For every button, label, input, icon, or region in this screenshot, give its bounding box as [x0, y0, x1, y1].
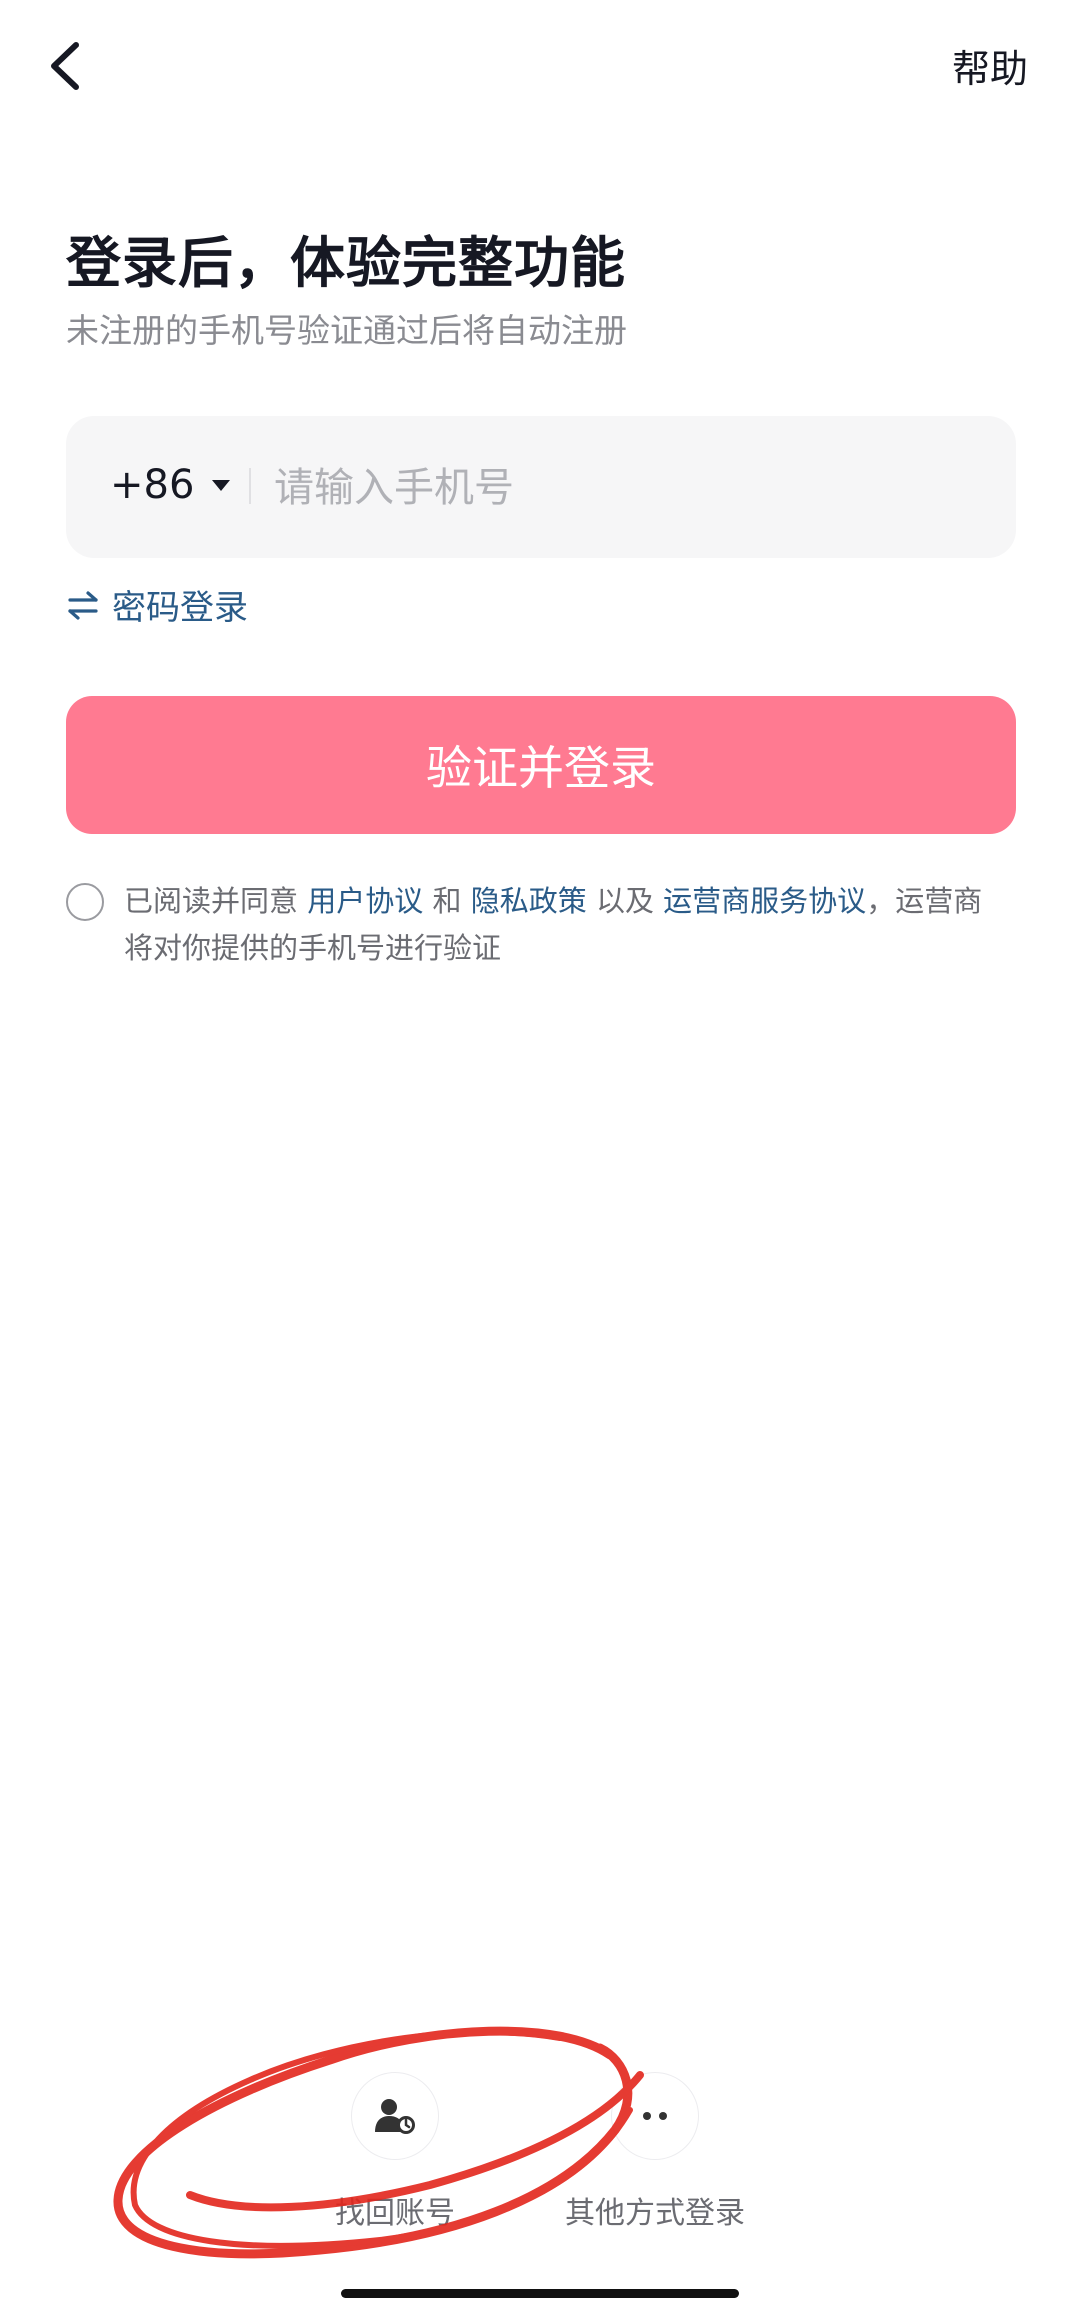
more-icon	[643, 2112, 667, 2120]
back-button[interactable]	[40, 30, 100, 100]
divider	[249, 468, 251, 504]
other-login-circle	[611, 2072, 699, 2160]
verify-login-button[interactable]: 验证并登录	[66, 696, 1016, 834]
other-login-methods-button[interactable]: 其他方式登录	[555, 2072, 755, 2232]
home-indicator[interactable]	[341, 2289, 739, 2298]
country-code-label: +86	[110, 462, 195, 508]
agreement-checkbox[interactable]	[66, 883, 104, 921]
country-code-selector[interactable]: +86	[110, 462, 231, 508]
back-arrow-icon	[51, 42, 79, 90]
agreement-and-also: 以及	[595, 884, 654, 918]
agreement-text: 已阅读并同意 用户协议 和 隐私政策 以及 运营商服务协议，运营商将对你提供的手…	[124, 878, 1004, 972]
recover-account-icon	[375, 2099, 415, 2134]
recover-account-circle	[351, 2072, 439, 2160]
agreement-and: 和	[432, 884, 462, 918]
other-login-label: 其他方式登录	[565, 2196, 745, 2231]
agreement-prefix: 已阅读并同意	[124, 884, 299, 918]
phone-input-group: +86	[66, 416, 1016, 558]
password-login-label: 密码登录	[112, 588, 248, 628]
recover-account-label: 找回账号	[335, 2196, 455, 2231]
user-agreement-link[interactable]: 用户协议	[307, 884, 423, 918]
recover-account-button[interactable]: 找回账号	[300, 2072, 490, 2232]
swap-icon	[68, 590, 98, 620]
operator-agreement-link[interactable]: 运营商服务协议	[663, 884, 866, 918]
page-subtitle: 未注册的手机号验证通过后将自动注册	[66, 311, 627, 350]
help-button[interactable]: 帮助	[952, 38, 1028, 93]
password-login-link[interactable]: 密码登录	[66, 580, 248, 629]
page-title: 登录后，体验完整功能	[66, 231, 627, 295]
phone-number-input[interactable]	[272, 454, 976, 522]
privacy-policy-link[interactable]: 隐私政策	[471, 884, 587, 918]
dropdown-caret-icon	[212, 479, 231, 491]
